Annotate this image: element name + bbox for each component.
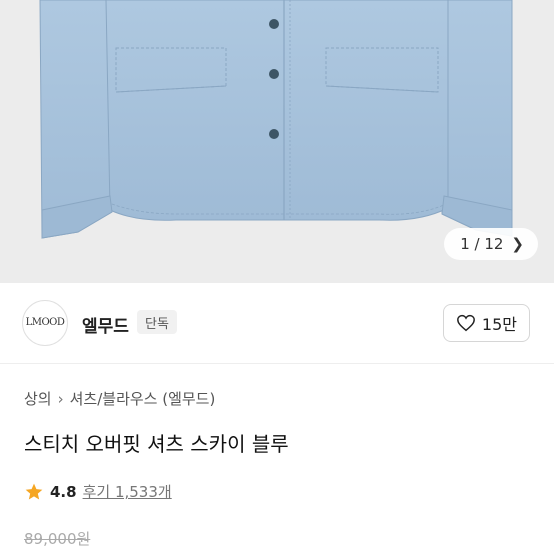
chevron-right-icon: › [57,389,64,408]
brand-logo[interactable]: LMOOD [22,300,68,346]
brand-row: LMOOD 엘무드 단독 15만 [0,283,554,363]
reviews-link[interactable]: 후기 1,533개 [83,481,172,502]
original-price: 89,000원 [24,530,91,548]
image-counter-text: 1 / 12 [460,235,504,253]
exclusive-badge: 단독 [137,310,177,334]
rating-score: 4.8 [50,482,77,501]
image-counter[interactable]: 1 / 12 ❯ [444,228,538,260]
product-title: 스티치 오버핏 셔츠 스카이 블루 [24,432,289,456]
brand-name[interactable]: 엘무드 [82,312,129,337]
breadcrumb: 상의 › 셔츠/블라우스 (엘무드) [24,388,215,409]
breadcrumb-item-shirts[interactable]: 셔츠/블라우스 (엘무드) [70,388,216,409]
divider [0,363,554,364]
product-image[interactable]: 1 / 12 ❯ [0,0,554,283]
rating-row: 4.8 후기 1,533개 [24,481,172,502]
heart-icon [456,314,475,332]
chevron-right-icon: ❯ [511,235,524,253]
star-icon [25,483,43,499]
breadcrumb-item-top[interactable]: 상의 [24,388,52,409]
like-button[interactable]: 15만 [442,304,530,342]
brand-logo-text: LMOOD [25,317,65,328]
like-count: 15만 [481,315,517,334]
